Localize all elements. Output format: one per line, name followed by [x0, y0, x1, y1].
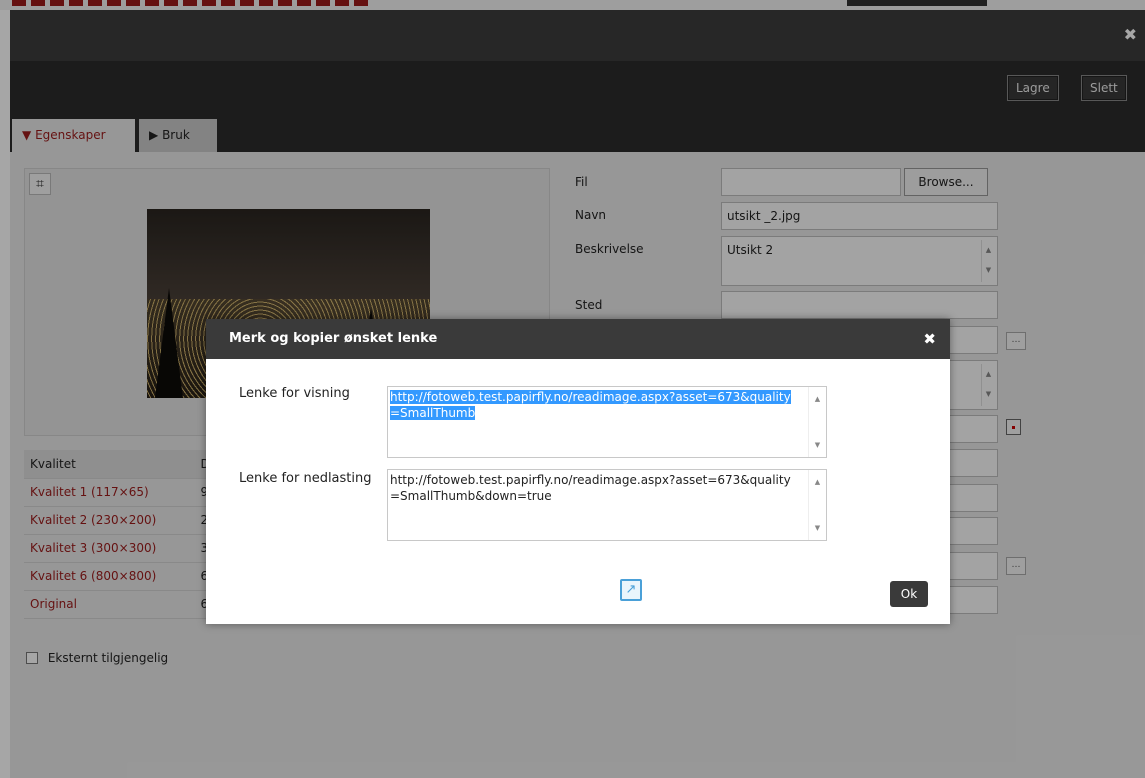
dialog-title: Merk og kopier ønsket lenke	[229, 331, 438, 346]
download-link-textarea[interactable]: http://fotoweb.test.papirfly.no/readimag…	[387, 469, 827, 541]
download-link-label: Lenke for nedlasting	[239, 471, 372, 486]
view-link-textarea[interactable]: http://fotoweb.test.papirfly.no/readimag…	[387, 386, 827, 458]
view-link-text: http://fotoweb.test.papirfly.no/readimag…	[390, 390, 791, 420]
download-link-text: http://fotoweb.test.papirfly.no/readimag…	[390, 473, 791, 503]
ok-button[interactable]: Ok	[890, 581, 928, 607]
scrollbar[interactable]: ▲ ▼	[808, 387, 826, 457]
open-link-icon[interactable]: ↗	[620, 579, 642, 601]
close-icon[interactable]: ✖	[923, 319, 936, 359]
dialog-title-bar: Merk og kopier ønsket lenke ✖	[206, 319, 950, 359]
view-link-label: Lenke for visning	[239, 386, 350, 401]
scrollbar[interactable]: ▲ ▼	[808, 470, 826, 540]
copy-link-dialog: Merk og kopier ønsket lenke ✖ Lenke for …	[206, 319, 950, 624]
